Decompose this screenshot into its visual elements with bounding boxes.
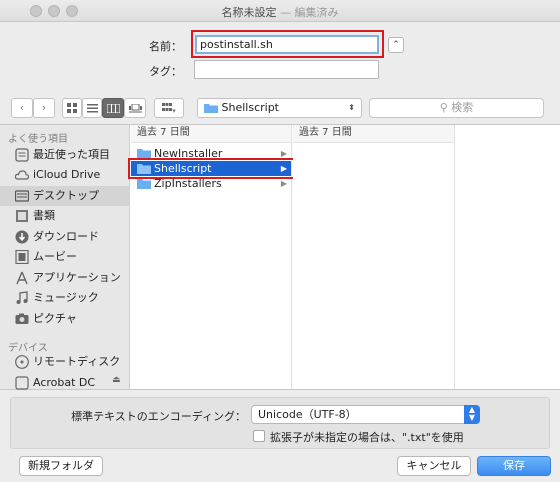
sidebar-item-label: ムービー — [33, 250, 77, 263]
sidebar-item-label: デスクトップ — [33, 189, 99, 202]
sidebar-item-label: iCloud Drive — [33, 168, 101, 181]
expand-dialog-button[interactable]: ⌃ — [388, 37, 404, 53]
chevron-down-icon: ▾ — [172, 107, 176, 115]
folder-icon — [137, 179, 151, 189]
location-label: Shellscript — [221, 101, 280, 114]
extension-checkbox-label: 拡張子が未指定の場合は、".txt"を使用 — [270, 431, 464, 444]
document-name: 名称未設定 — [221, 6, 277, 19]
favorites-heading: よく使う項目 — [8, 134, 68, 145]
name-label: 名前： — [149, 40, 182, 53]
chevron-left-icon: ‹ — [19, 101, 25, 114]
cover-flow-icon — [128, 103, 142, 113]
tags-input[interactable] — [194, 60, 379, 79]
selected-folder-highlight — [128, 158, 297, 179]
list-view-button[interactable] — [82, 98, 102, 118]
recent-icon — [15, 148, 29, 162]
applications-icon — [16, 271, 28, 285]
sidebar-item-label: ピクチャ — [33, 312, 77, 325]
camera-icon — [15, 313, 29, 324]
sidebar-item-label: Acrobat DC — [33, 376, 96, 389]
column-header: 過去 7 日間 — [131, 125, 291, 143]
save-button[interactable]: 保存 — [477, 456, 551, 476]
tags-label: タグ： — [149, 65, 182, 78]
eject-icon[interactable]: ⏏ — [112, 375, 121, 385]
edited-status: — 編集済み — [276, 6, 339, 19]
encoding-label: 標準テキストのエンコーディング： — [71, 410, 246, 423]
sidebar-item-label: アプリケーション — [33, 271, 121, 284]
disk-image-icon — [15, 376, 29, 390]
grid-icon — [67, 103, 77, 113]
updown-arrows-icon: ▲ ▼ — [464, 405, 480, 424]
filename-input[interactable]: postinstall.sh — [195, 35, 379, 54]
new-folder-button[interactable]: 新規フォルダ — [19, 456, 103, 476]
sidebar-item-label: 書類 — [33, 209, 55, 222]
search-placeholder: 検索 — [451, 101, 474, 114]
encoding-value: Unicode（UTF-8） — [258, 408, 357, 421]
cover-flow-button[interactable] — [124, 98, 146, 118]
magnifier-icon: ⚲ — [439, 101, 448, 114]
icon-view-button[interactable] — [62, 98, 82, 118]
sidebar-item-label: リモートディスク — [33, 355, 121, 368]
extension-checkbox[interactable] — [253, 430, 265, 442]
music-icon — [16, 291, 28, 304]
back-button[interactable]: ‹ — [11, 98, 33, 118]
remote-disc-icon — [15, 355, 29, 369]
encoding-popup[interactable]: Unicode（UTF-8） ▲ ▼ — [251, 405, 480, 424]
search-field[interactable]: ⚲ 検索 — [369, 98, 544, 118]
chevron-right-icon: › — [41, 101, 47, 114]
desktop-icon — [15, 190, 29, 202]
sidebar-item-label: ミュージック — [33, 291, 99, 304]
folder-icon — [204, 104, 218, 113]
download-icon — [15, 230, 29, 244]
cancel-button[interactable]: キャンセル — [397, 456, 471, 476]
browser-column-2: 過去 7 日間 — [293, 125, 455, 389]
documents-icon — [16, 210, 28, 222]
sidebar-item-label: ダウンロード — [33, 230, 99, 243]
movie-icon — [15, 250, 29, 264]
window-title: 名称未設定 — 編集済み — [0, 4, 560, 20]
column-header: 過去 7 日間 — [293, 125, 454, 143]
columns-icon — [106, 103, 120, 114]
arrange-button[interactable]: ▾ — [154, 98, 184, 118]
location-popup[interactable]: Shellscript ⬍ — [197, 98, 362, 118]
sidebar-item-label: 最近使った項目 — [33, 148, 110, 161]
list-icon — [86, 104, 98, 113]
cloud-icon — [15, 170, 29, 180]
arrange-icon — [162, 103, 173, 111]
updown-arrows-icon: ⬍ — [348, 103, 355, 112]
column-view-button[interactable] — [102, 98, 124, 118]
forward-button[interactable]: › — [33, 98, 55, 118]
